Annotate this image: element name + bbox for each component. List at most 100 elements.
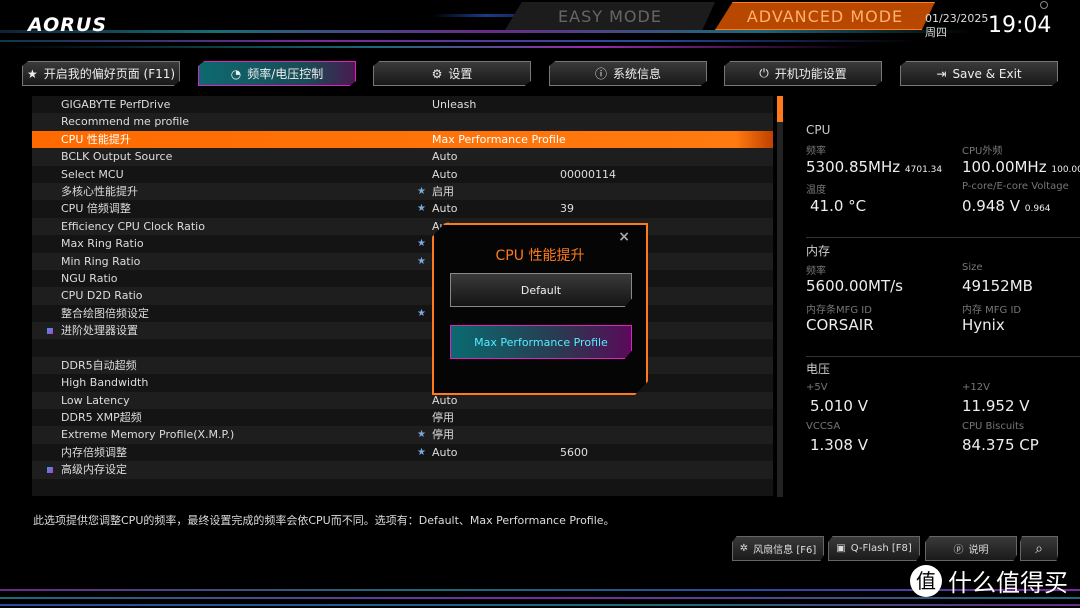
setting-row[interactable]: 多核心性能提升 ★ 启用 <box>32 182 773 201</box>
setting-value: Auto <box>432 445 458 459</box>
search-icon: ⌕ <box>1035 540 1043 557</box>
info-icon: ⓘ <box>594 67 607 81</box>
tab-boot[interactable]: ⏻ 开机功能设置 <box>724 61 882 86</box>
watermark: 值什么值得买 <box>910 563 1068 598</box>
clock: 19:04 <box>988 13 1052 38</box>
option-max-performance[interactable]: Max Performance Profile <box>450 325 632 359</box>
mem-freq-value: 5600.00MT/s <box>806 277 904 295</box>
tab-settings[interactable]: ⚙ 设置 <box>373 61 531 86</box>
favorite-star-icon[interactable]: ★ <box>417 426 426 443</box>
setting-row[interactable]: 整合绘图倍频设定★Auto <box>32 304 773 323</box>
setting-row[interactable]: NGU RatioAuto <box>32 269 773 288</box>
weekday: 周四 <box>925 26 947 39</box>
setting-value: 启用 <box>432 184 454 198</box>
setting-row[interactable]: Recommend me profile <box>32 113 773 131</box>
setting-label: DDR5自动超频 <box>61 358 137 372</box>
question-icon: ⓟ <box>953 545 964 556</box>
bclk-label: CPU外频 <box>962 146 1003 157</box>
setting-row[interactable]: DDR5自动超频Auto <box>32 356 773 375</box>
setting-label: 多核心性能提升 <box>61 184 138 198</box>
v12-label: +12V <box>962 382 990 393</box>
advanced-mode-button[interactable]: ADVANCED MODE <box>715 2 935 30</box>
bclk-sub: 100.00 <box>1051 165 1080 175</box>
setting-label: 高级内存设定 <box>61 463 127 477</box>
favorite-star-icon[interactable]: ★ <box>417 200 426 217</box>
favorite-star-icon[interactable]: ★ <box>417 253 426 270</box>
favorite-star-icon[interactable]: ★ <box>417 444 426 461</box>
setting-row[interactable]: CPU 性能提升 Max Performance Profile <box>32 130 773 149</box>
easy-mode-button[interactable]: EASY MODE <box>505 2 715 30</box>
setting-label: Max Ring Ratio <box>61 237 144 251</box>
tab-frequency-voltage[interactable]: ◔ 频率/电压控制 <box>198 61 356 86</box>
v12-value: 11.952 V <box>962 397 1030 415</box>
temp-value: 41.0 °C <box>810 197 867 215</box>
cpu-section-title: CPU <box>806 123 831 137</box>
scrollbar-thumb[interactable] <box>777 96 783 122</box>
favorite-star-icon[interactable]: ★ <box>417 235 426 252</box>
tab-save-exit[interactable]: ⇥ Save & Exit <box>900 61 1058 86</box>
setting-row[interactable]: Extreme Memory Profile(X.M.P.) ★ 停用 <box>32 426 773 444</box>
cpu-biscuits-value: 84.375 CP <box>962 436 1039 454</box>
help-text: 此选项提供您调整CPU的频率，最终设置完成的频率会依CPU而不同。选项有：Def… <box>33 514 615 527</box>
setting-label: High Bandwidth <box>61 376 149 390</box>
qflash-label: Q-Flash [F8] <box>850 543 912 554</box>
gear-icon: ⚙ <box>431 66 443 81</box>
mem-size-label: Size <box>962 262 983 273</box>
setting-current: 00000114 <box>560 167 616 181</box>
fan-info-button[interactable]: ✲ 风扇信息 [F6] <box>732 536 824 561</box>
setting-row[interactable]: BCLK Output Source Auto <box>32 148 773 166</box>
core-voltage-value: 0.948 V 0.964 <box>962 197 1051 215</box>
mem-mfg-value: CORSAIR <box>806 316 874 334</box>
chip-icon: ▣ <box>836 543 846 554</box>
setting-row[interactable]: 内存倍频调整 ★ Auto 5600 <box>32 443 773 462</box>
mem-mfg-label: 内存条MFG ID <box>806 305 872 316</box>
setting-current: 5600 <box>560 445 588 459</box>
help-label: 说明 <box>968 545 989 556</box>
setting-value: Auto <box>432 202 458 216</box>
setting-row[interactable]: Efficiency CPU Clock RatioAuto <box>32 217 773 236</box>
favorite-star-icon[interactable]: ★ <box>417 183 426 200</box>
setting-row[interactable]: CPU D2D RatioAuto <box>32 287 773 305</box>
setting-row[interactable]: Max Ring Ratio★Auto <box>32 235 773 253</box>
close-icon[interactable]: × <box>618 229 630 245</box>
tab-favorites[interactable]: ★ 开启我的偏好页面 (F11) <box>22 61 180 86</box>
setting-row[interactable]: DDR5 XMP超频 停用 <box>32 409 773 427</box>
fan-icon: ✲ <box>739 543 749 554</box>
tab-system-info[interactable]: ⓘ 系统信息 <box>549 61 707 86</box>
chip-mfg-label: 内存 MFG ID <box>962 305 1022 316</box>
settings-dot-icon[interactable] <box>1040 1 1048 9</box>
setting-row[interactable]: 高级内存设定 <box>32 461 773 479</box>
setting-label: 进阶处理器设置 <box>61 324 138 338</box>
divider <box>806 356 1080 357</box>
setting-row[interactable]: GIGABYTE PerfDrive Unleash <box>32 96 773 114</box>
setting-label: CPU D2D Ratio <box>61 289 143 303</box>
favorite-star-icon[interactable]: ★ <box>417 305 426 322</box>
help-button[interactable]: ⓟ 说明 <box>925 536 1017 561</box>
dialog-title: CPU 性能提升 <box>495 248 585 264</box>
scrollbar[interactable] <box>777 96 783 497</box>
power-icon: ⏻ <box>759 66 769 80</box>
search-button[interactable]: ⌕ <box>1020 536 1058 561</box>
setting-row[interactable]: Min Ring Ratio★Auto <box>32 252 773 270</box>
setting-label: Efficiency CPU Clock Ratio <box>61 219 205 233</box>
chip-mfg-value: Hynix <box>962 316 1005 334</box>
bclk-value: 100.00MHz 100.00 <box>962 158 1080 176</box>
voltage-section-title: 电压 <box>806 362 831 376</box>
setting-value: 停用 <box>432 411 454 425</box>
setting-row[interactable]: Select MCU Auto 00000114 <box>32 165 773 183</box>
v5-value: 5.010 V <box>810 397 868 415</box>
watermark-badge: 值 <box>910 564 942 597</box>
date-display: 01/23/2025 周四 <box>925 12 988 40</box>
setting-row[interactable]: Low Latency Auto <box>32 391 773 410</box>
setting-label: 整合绘图倍频设定 <box>61 306 149 320</box>
setting-row[interactable]: High BandwidthAuto <box>32 374 773 392</box>
tab-label: 频率/电压控制 <box>247 67 324 81</box>
option-default[interactable]: Default <box>450 273 632 307</box>
setting-row <box>32 478 773 496</box>
cpu-biscuits-label: CPU Biscuits <box>962 421 1025 432</box>
qflash-button[interactable]: ▣ Q-Flash [F8] <box>828 536 920 561</box>
gauge-icon: ◔ <box>230 66 242 81</box>
settings-table: GIGABYTE PerfDrive Unleash Recommend me pr… <box>32 96 773 496</box>
setting-row[interactable]: CPU 倍频调整 ★ Auto 39 <box>32 200 773 218</box>
setting-row[interactable]: 进阶处理器设置 <box>32 322 773 340</box>
